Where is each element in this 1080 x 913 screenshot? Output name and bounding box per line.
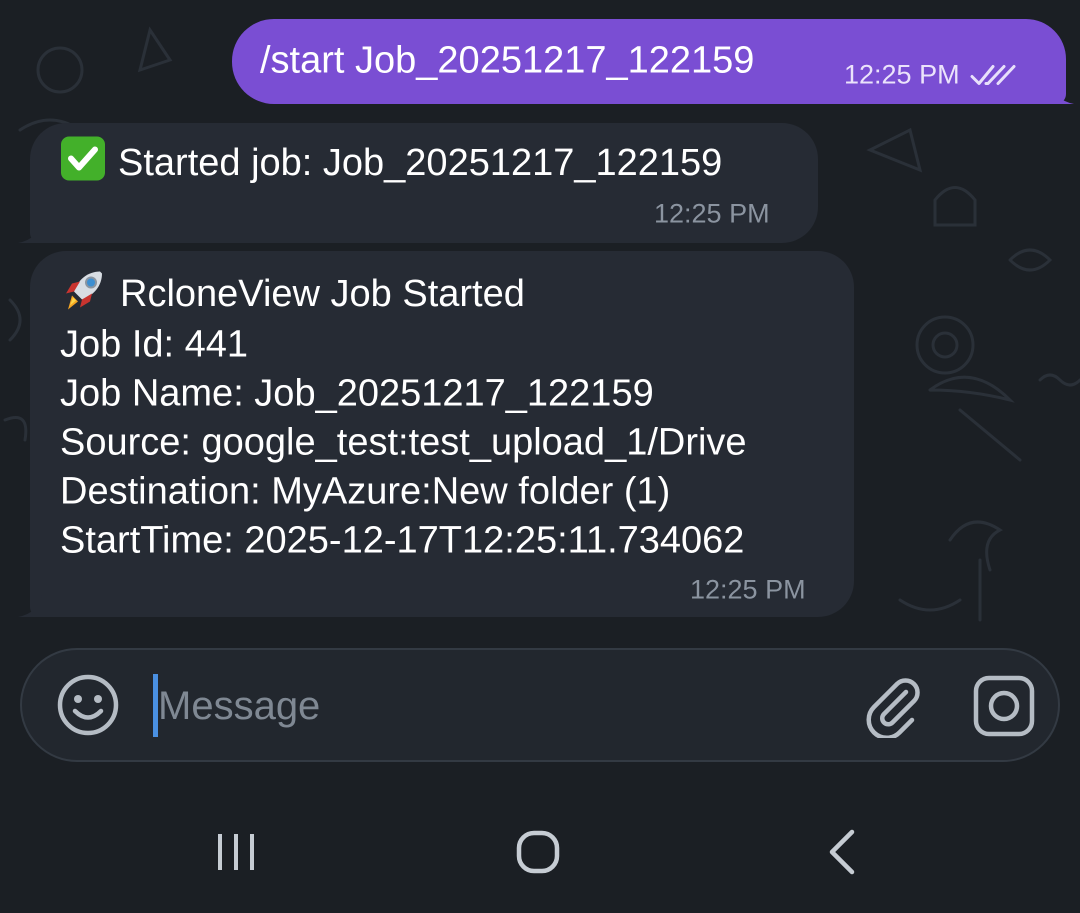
incoming-bubble-tail bbox=[18, 221, 42, 243]
rocket-icon bbox=[60, 266, 108, 327]
smiley-icon[interactable] bbox=[56, 673, 120, 737]
outgoing-message-meta: 12:25 PM bbox=[844, 60, 1016, 91]
outgoing-message-time: 12:25 PM bbox=[844, 59, 960, 90]
recents-icon[interactable] bbox=[206, 822, 266, 882]
start-time-line: StartTime: 2025-12-17T12:25:11.734062 bbox=[60, 519, 745, 562]
incoming-message-bubble[interactable]: Started job: Job_20251217_122159 12:25 P… bbox=[30, 123, 818, 243]
job-title-text: RcloneView Job Started bbox=[120, 273, 525, 316]
chat-message-list: /start Job_20251217_122159 12:25 PM Star… bbox=[0, 0, 1080, 640]
reply-line: Started job: Job_20251217_122159 bbox=[60, 136, 722, 195]
message-input[interactable] bbox=[152, 672, 848, 740]
job-name-line: Job Name: Job_20251217_122159 bbox=[60, 372, 654, 415]
incoming-message-time: 12:25 PM bbox=[690, 574, 806, 605]
check-mark-icon bbox=[60, 136, 106, 195]
paperclip-icon[interactable] bbox=[860, 674, 924, 738]
home-icon[interactable] bbox=[508, 822, 568, 882]
double-check-icon bbox=[970, 64, 1016, 85]
source-line: Source: google_test:test_upload_1/Drive bbox=[60, 421, 747, 464]
incoming-message-bubble[interactable]: RcloneView Job Started Job Id: 441 Job N… bbox=[30, 251, 854, 617]
started-job-text: Started job: Job_20251217_122159 bbox=[118, 142, 723, 185]
outgoing-message-bubble[interactable]: /start Job_20251217_122159 12:25 PM bbox=[232, 19, 1066, 104]
incoming-bubble-tail bbox=[18, 595, 42, 617]
system-navigation-bar bbox=[0, 790, 1080, 913]
outgoing-bubble-tail bbox=[1050, 82, 1074, 104]
back-icon[interactable] bbox=[812, 822, 872, 882]
destination-line: Destination: MyAzure:New folder (1) bbox=[60, 470, 671, 513]
job-started-title: RcloneView Job Started bbox=[60, 266, 525, 327]
camera-icon[interactable] bbox=[972, 674, 1036, 738]
job-id-line: Job Id: 441 bbox=[60, 323, 249, 366]
incoming-message-time: 12:25 PM bbox=[654, 198, 770, 229]
outgoing-message-text: /start Job_20251217_122159 bbox=[260, 39, 755, 82]
message-composer bbox=[20, 648, 1060, 762]
